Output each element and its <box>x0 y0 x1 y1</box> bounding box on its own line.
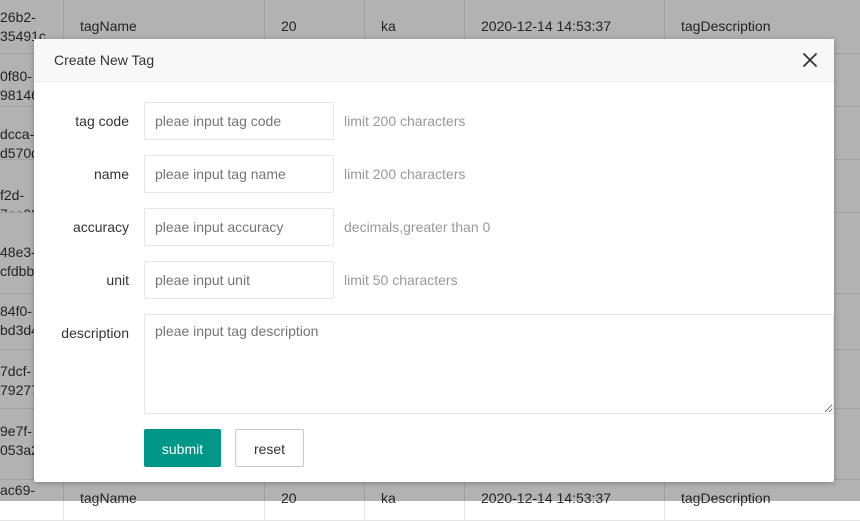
close-icon[interactable] <box>802 52 818 68</box>
description-textarea[interactable] <box>144 314 834 414</box>
accuracy-input[interactable] <box>144 208 334 246</box>
dialog-header: Create New Tag <box>34 39 834 82</box>
unit-hint: limit 50 characters <box>344 272 458 288</box>
tag-code-input[interactable] <box>144 102 334 140</box>
create-tag-dialog: Create New Tag tag code limit 200 charac… <box>34 39 834 482</box>
accuracy-hint: decimals,greater than 0 <box>344 219 491 235</box>
description-label: description <box>61 325 129 341</box>
tag-code-label: tag code <box>75 113 129 129</box>
accuracy-label: accuracy <box>72 219 129 235</box>
tag-code-row: tag code limit 200 characters <box>34 102 834 140</box>
accuracy-row: accuracy decimals,greater than 0 <box>34 208 834 246</box>
unit-input[interactable] <box>144 261 334 299</box>
tag-code-hint: limit 200 characters <box>344 113 466 129</box>
name-input[interactable] <box>144 155 334 193</box>
name-hint: limit 200 characters <box>344 166 466 182</box>
unit-row: unit limit 50 characters <box>34 261 834 299</box>
name-label: name <box>93 166 129 182</box>
name-row: name limit 200 characters <box>34 155 834 193</box>
unit-label: unit <box>106 272 129 288</box>
reset-button[interactable]: reset <box>235 429 304 467</box>
dialog-title: Create New Tag <box>54 52 155 68</box>
submit-button[interactable]: submit <box>144 429 221 467</box>
